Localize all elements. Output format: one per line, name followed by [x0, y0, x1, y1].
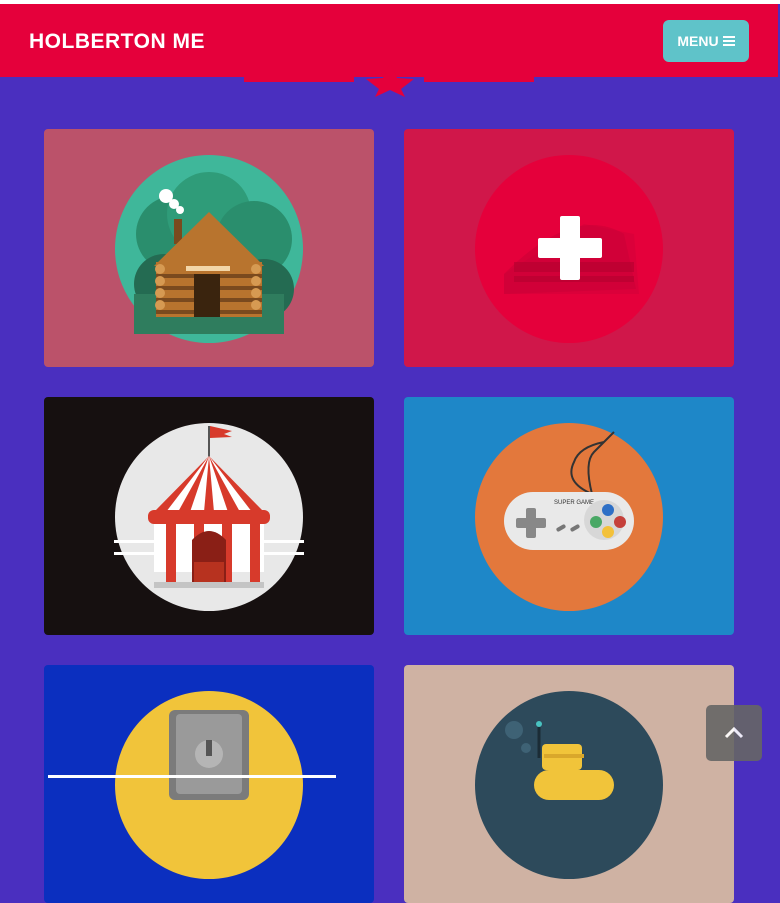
back-to-top-button[interactable]: [706, 705, 762, 761]
bars-icon: [722, 36, 735, 46]
star-icon: [366, 62, 414, 97]
portfolio-item-submarine[interactable]: [404, 665, 734, 903]
log-cabin-icon: [115, 155, 303, 343]
star-divider: [244, 62, 534, 97]
menu-label: MENU: [677, 33, 719, 49]
game-controller-icon: SUPER GAME: [475, 423, 663, 611]
portfolio-item-cabin[interactable]: [44, 129, 374, 367]
portfolio-item-cake[interactable]: [404, 129, 734, 367]
brand-logo[interactable]: HOLBERTON ME: [29, 30, 205, 54]
plus-icon: [538, 216, 602, 280]
circus-tent-icon: [114, 423, 304, 611]
submarine-icon: [475, 691, 663, 879]
safe-icon: [115, 691, 303, 879]
svg-text:SUPER GAME: SUPER GAME: [554, 500, 594, 506]
menu-button[interactable]: MENU: [663, 20, 749, 62]
portfolio-item-safe[interactable]: [44, 665, 374, 903]
chevron-up-icon: [724, 726, 744, 739]
portfolio-item-controller[interactable]: SUPER GAME: [404, 397, 734, 635]
portfolio-item-circus[interactable]: [44, 397, 374, 635]
